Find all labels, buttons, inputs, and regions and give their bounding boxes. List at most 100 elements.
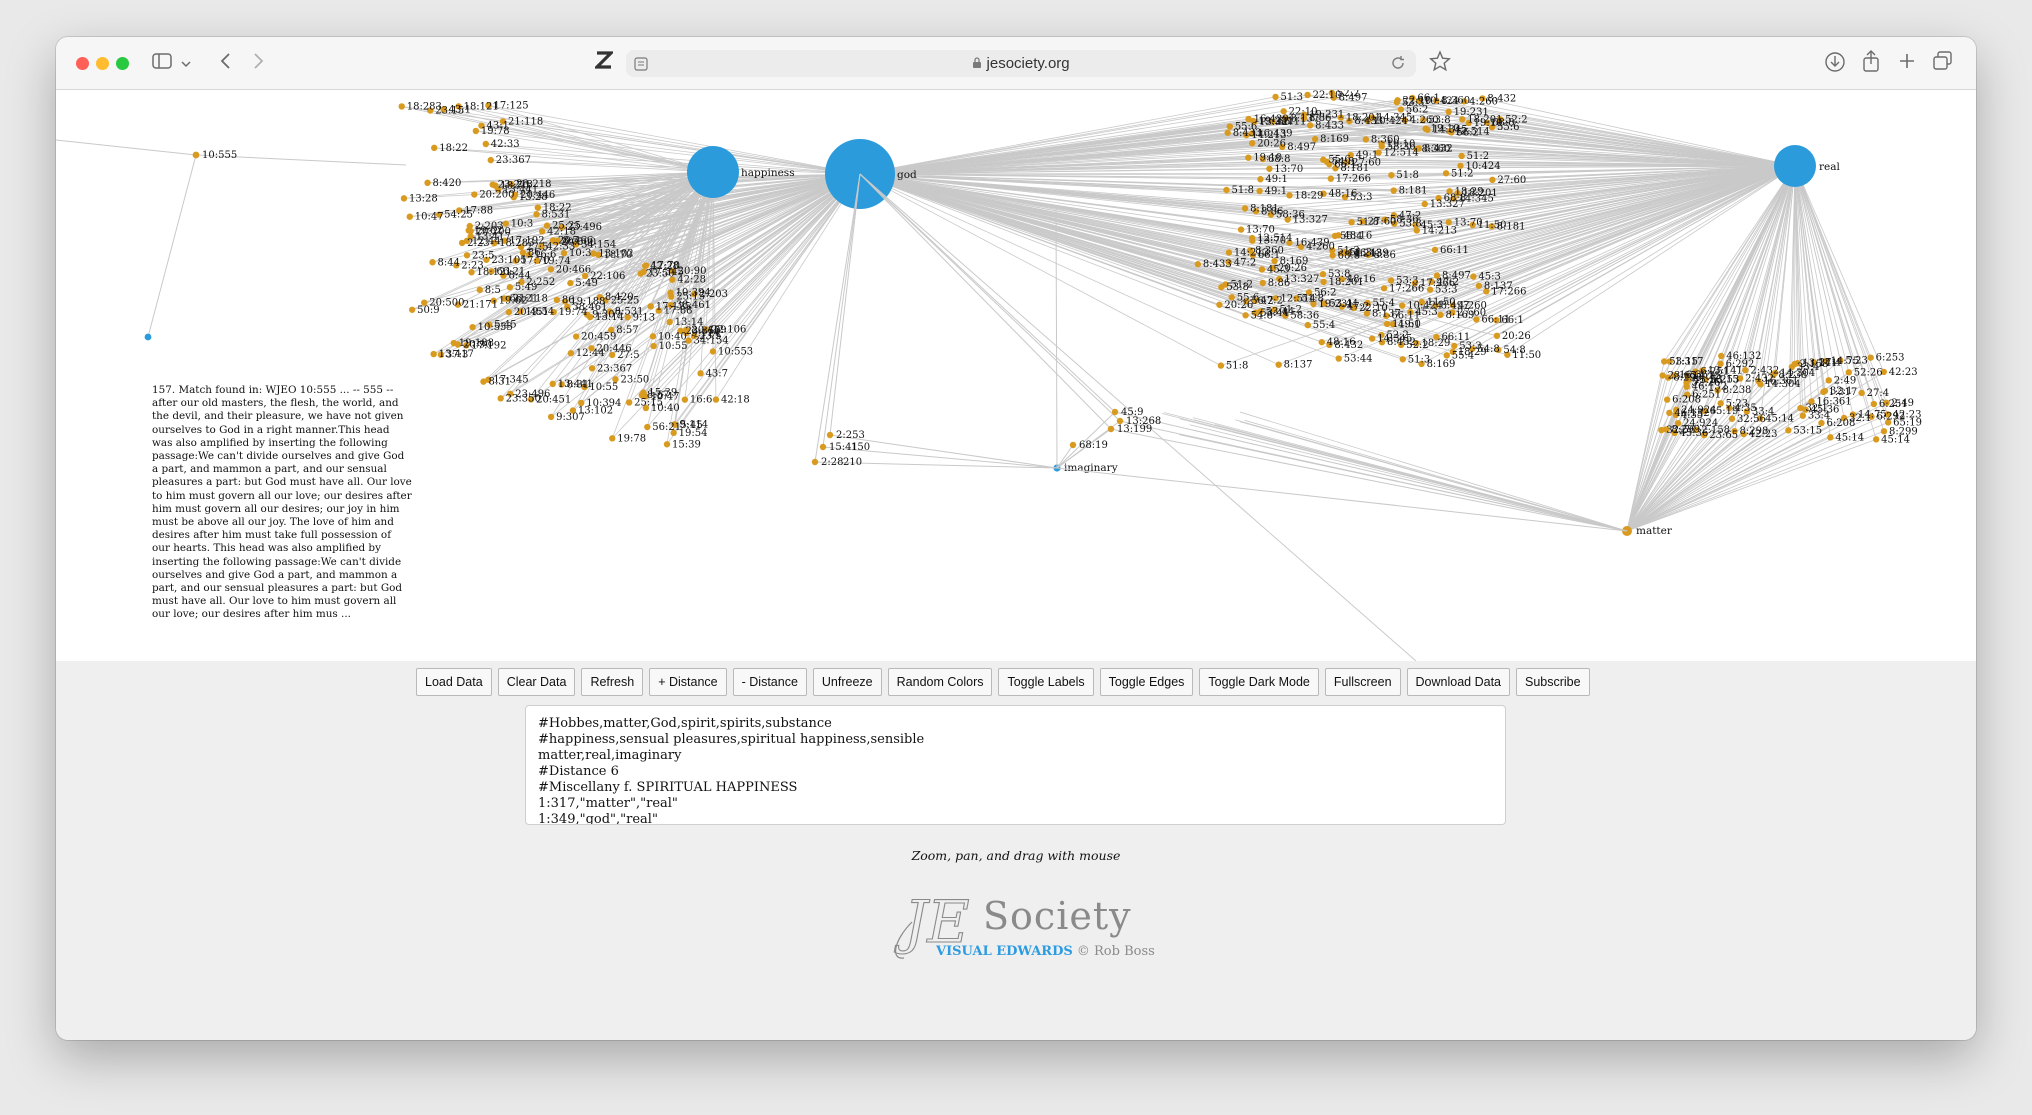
leaf-node[interactable] [466, 222, 473, 230]
leaf-node[interactable] [709, 348, 717, 355]
leaf-node[interactable] [588, 365, 596, 372]
leaf-node[interactable] [1217, 362, 1225, 369]
leaf-node[interactable] [567, 349, 575, 357]
maximize-window-button[interactable] [116, 57, 129, 70]
toggle-edges-button[interactable]: Toggle Edges [1099, 668, 1194, 696]
leaf-node[interactable] [1718, 352, 1725, 360]
leaf-node[interactable] [1348, 218, 1355, 226]
leaf-node[interactable] [1319, 270, 1327, 278]
leaf-node[interactable] [1266, 165, 1273, 172]
leaf-node[interactable] [463, 252, 471, 259]
leaf-node[interactable] [1825, 377, 1832, 384]
leaf-node[interactable] [644, 423, 651, 431]
match-node[interactable] [144, 333, 152, 341]
leaf-node[interactable] [625, 399, 633, 406]
reload-icon[interactable] [1390, 55, 1406, 75]
leaf-node[interactable] [497, 395, 504, 402]
back-icon[interactable] [218, 51, 232, 75]
close-window-button[interactable] [76, 57, 89, 70]
clear-data-button[interactable]: Clear Data [497, 668, 576, 696]
refresh-button[interactable]: Refresh [581, 668, 644, 696]
leaf-node[interactable] [1242, 312, 1249, 319]
leaf-node[interactable] [482, 140, 490, 148]
forward-icon[interactable] [252, 51, 266, 75]
leaf-node[interactable] [1256, 187, 1263, 195]
leaf-node[interactable] [1304, 321, 1311, 329]
minimize-window-button[interactable] [96, 57, 109, 70]
leaf-node[interactable] [1275, 361, 1282, 368]
leaf-node[interactable] [640, 389, 647, 396]
leaf-node[interactable] [819, 443, 827, 451]
leaf-node[interactable] [1225, 249, 1233, 256]
leaf-node[interactable] [609, 435, 616, 442]
leaf-node[interactable] [712, 396, 720, 403]
network-graph[interactable]: 10:555 happiness god real imaginary matt… [56, 90, 1976, 661]
leaf-node[interactable] [1475, 282, 1483, 289]
leaf-node[interactable] [1383, 320, 1391, 328]
hub-node-happiness[interactable] [687, 146, 739, 198]
leaf-node[interactable] [697, 370, 704, 377]
random-colors-button[interactable]: Random Colors [887, 668, 993, 696]
leaf-node[interactable] [1870, 400, 1878, 408]
leaf-node[interactable] [1394, 97, 1401, 104]
leaf-node[interactable] [1683, 383, 1690, 390]
leaf-node[interactable] [1442, 170, 1450, 177]
leaf-node[interactable] [1661, 358, 1668, 365]
leaf-node[interactable] [1443, 352, 1450, 359]
address-bar[interactable]: jesociety.org [626, 50, 1416, 77]
leaf-node[interactable] [471, 191, 478, 198]
leaf-node[interactable] [1493, 332, 1501, 340]
leaf-node[interactable] [505, 308, 513, 316]
toggle-dark-mode-button[interactable]: Toggle Dark Mode [1199, 668, 1319, 696]
leaf-node[interactable] [572, 333, 580, 340]
leaf-node[interactable] [1257, 176, 1264, 183]
leaf-node[interactable] [1216, 301, 1223, 308]
leaf-node[interactable] [1320, 278, 1327, 286]
leaf-node[interactable] [811, 458, 819, 466]
leaf-node[interactable] [458, 239, 466, 247]
tab-overview-icon[interactable] [1933, 51, 1953, 75]
leaf-node[interactable] [533, 211, 540, 218]
hub-node-real[interactable] [1774, 145, 1816, 187]
leaf-node[interactable] [1858, 389, 1865, 397]
leaf-node[interactable] [567, 279, 574, 287]
share-icon[interactable] [1861, 49, 1881, 77]
leaf-node[interactable] [1318, 338, 1325, 346]
leaf-node[interactable] [1659, 372, 1666, 379]
leaf-node[interactable] [1451, 342, 1458, 350]
leaf-node[interactable] [1827, 434, 1834, 441]
leaf-node[interactable] [431, 144, 438, 152]
leaf-node[interactable] [1399, 356, 1406, 363]
download-icon[interactable] [1824, 51, 1846, 77]
leaf-node[interactable] [650, 342, 657, 350]
leaf-node[interactable] [1107, 425, 1115, 433]
load-data-button[interactable]: Load Data [416, 668, 492, 696]
leaf-node[interactable] [469, 323, 476, 331]
leaf-node[interactable] [547, 266, 555, 273]
leaf-node[interactable] [1390, 187, 1397, 194]
leaf-node[interactable] [472, 127, 480, 135]
leaf-node[interactable] [1335, 355, 1342, 362]
sidebar-icon[interactable] [152, 52, 172, 74]
leaf-node[interactable] [1258, 266, 1266, 273]
decrease-distance-button[interactable]: - Distance [732, 668, 807, 696]
leaf-node[interactable] [1241, 205, 1249, 212]
leaf-node[interactable] [1272, 93, 1279, 101]
leaf-node[interactable] [649, 333, 657, 340]
leaf-node[interactable] [1327, 175, 1335, 182]
subscribe-button[interactable]: Subscribe [1516, 668, 1590, 696]
leaf-node[interactable] [1458, 152, 1465, 160]
leaf-node[interactable] [1431, 246, 1439, 253]
leaf-node[interactable] [1663, 396, 1671, 403]
leaf-node[interactable] [1867, 354, 1874, 361]
leaf-node[interactable] [1223, 186, 1230, 194]
leaf-node[interactable] [826, 431, 834, 439]
leaf-node[interactable] [1237, 226, 1245, 233]
leaf-node[interactable] [398, 103, 405, 110]
leaf-node[interactable] [406, 213, 413, 220]
fullscreen-button[interactable]: Fullscreen [1324, 668, 1401, 696]
leaf-node[interactable] [534, 204, 542, 211]
data-editor-textarea[interactable]: #Hobbes,matter,God,spirit,spirits,substa… [525, 705, 1506, 825]
leaf-node[interactable] [1304, 91, 1311, 99]
leaf-node[interactable] [1380, 285, 1388, 292]
